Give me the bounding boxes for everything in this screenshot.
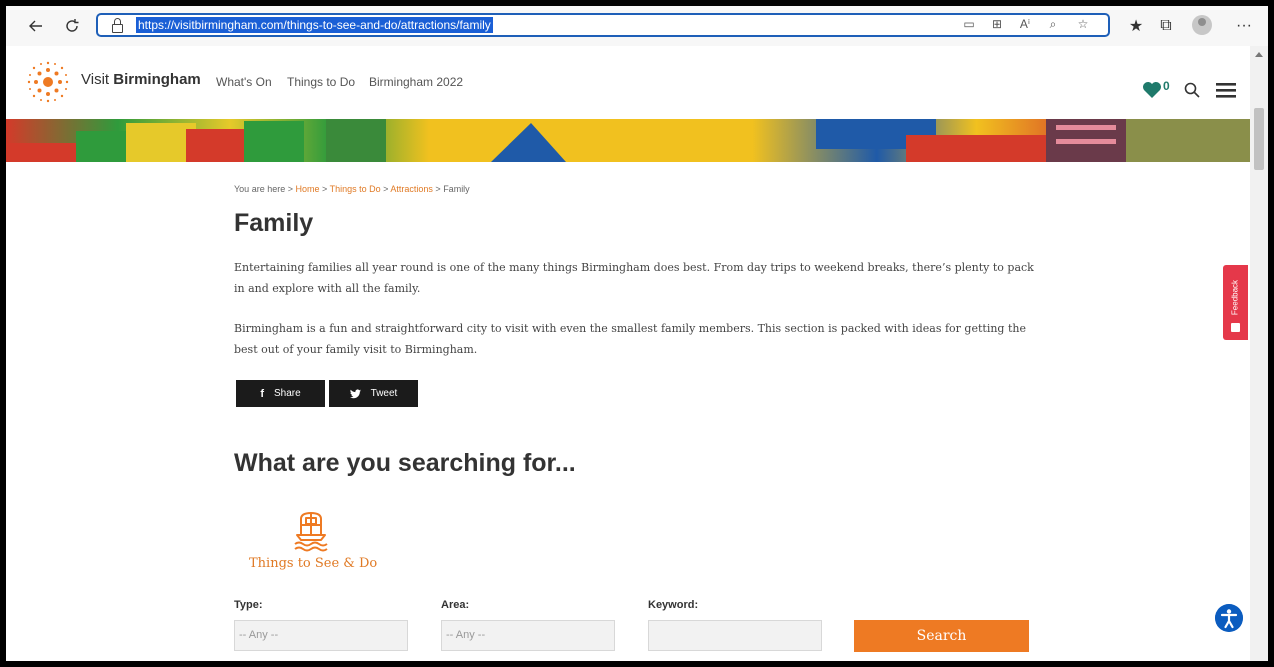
qr-code-icon[interactable]: ⊞ <box>988 17 1006 31</box>
zoom-icon[interactable]: ⌕ <box>1044 17 1062 32</box>
nav-things-to-do[interactable]: Things to Do <box>287 75 355 89</box>
more-menu-icon[interactable]: ··· <box>1232 14 1256 38</box>
browser-toolbar: https://visitbirmingham.com/things-to-se… <box>6 6 1268 47</box>
breadcrumb-separator: > <box>432 184 444 194</box>
collections-icon[interactable]: ⧉ <box>1154 14 1178 38</box>
breadcrumb: You are here > Home > Things to Do > Att… <box>234 184 470 194</box>
favorites-icon[interactable]: ★ <box>1124 14 1148 38</box>
hamburger-menu-icon[interactable] <box>1216 83 1236 98</box>
lock-icon <box>112 18 123 33</box>
breadcrumb-home[interactable]: Home <box>295 184 319 194</box>
site-header: Visit Birmingham What's On Things to Do … <box>6 46 1250 119</box>
nav-birmingham-2022[interactable]: Birmingham 2022 <box>369 75 463 89</box>
twitter-icon <box>349 388 361 398</box>
facebook-icon: f <box>260 387 264 400</box>
type-select[interactable]: -- Any -- <box>234 620 408 651</box>
area-select[interactable]: -- Any -- <box>441 620 615 651</box>
breadcrumb-separator: > <box>319 184 330 194</box>
brand-prefix: Visit <box>81 71 114 88</box>
keyword-label: Keyword: <box>648 599 699 611</box>
refresh-icon[interactable] <box>60 14 84 38</box>
accessibility-icon[interactable] <box>1215 604 1243 632</box>
tweet-button[interactable]: Tweet <box>329 380 418 407</box>
app-available-icon[interactable]: ▭ <box>960 17 978 31</box>
breadcrumb-attractions[interactable]: Attractions <box>390 184 433 194</box>
type-label: Type: <box>234 599 263 611</box>
profile-avatar[interactable] <box>1192 15 1212 35</box>
heart-icon[interactable] <box>1142 81 1162 99</box>
share-button[interactable]: f Share <box>236 380 325 407</box>
read-aloud-icon[interactable]: Aⁱ <box>1016 17 1034 31</box>
back-arrow-icon[interactable] <box>24 14 48 38</box>
add-favorite-icon[interactable]: ☆ <box>1074 17 1092 31</box>
scroll-thumb[interactable] <box>1254 108 1264 170</box>
favourites-count: 0 <box>1163 79 1170 93</box>
ship-icon[interactable] <box>289 509 333 553</box>
browser-window: https://visitbirmingham.com/things-to-se… <box>6 6 1268 661</box>
url-text[interactable]: https://visitbirmingham.com/things-to-se… <box>136 17 493 33</box>
area-label: Area: <box>441 599 470 611</box>
feedback-tab[interactable]: Feedback <box>1223 265 1248 340</box>
breadcrumb-separator: > <box>380 184 391 194</box>
nav-whats-on[interactable]: What's On <box>216 75 272 89</box>
feedback-icon <box>1231 323 1240 332</box>
category-things-to-see-and-do[interactable]: Things to See & Do <box>249 556 377 571</box>
search-button[interactable]: Search <box>854 620 1029 652</box>
breadcrumb-things-to-do[interactable]: Things to Do <box>330 184 381 194</box>
site-brand[interactable]: Visit Birmingham <box>81 71 201 88</box>
hero-banner-image <box>6 119 1250 162</box>
breadcrumb-current: Family <box>443 184 470 194</box>
page-title: Family <box>234 209 314 237</box>
page-scrollbar[interactable] <box>1250 46 1268 661</box>
share-label: Share <box>273 388 301 399</box>
tweet-label: Tweet <box>370 388 398 399</box>
breadcrumb-prefix: You are here > <box>234 184 296 194</box>
visit-birmingham-logo-icon[interactable] <box>26 60 70 104</box>
search-section-title: What are you searching for... <box>234 449 576 477</box>
intro-paragraph-2: Birmingham is a fun and straightforward … <box>234 322 1026 356</box>
feedback-label: Feedback <box>1230 279 1240 316</box>
brand-name: Birmingham <box>113 71 201 88</box>
intro-paragraph-1: Entertaining families all year round is … <box>234 261 1034 295</box>
scroll-up-arrow-icon[interactable] <box>1255 52 1263 57</box>
address-bar[interactable]: https://visitbirmingham.com/things-to-se… <box>96 13 1110 37</box>
keyword-input[interactable] <box>648 620 822 651</box>
search-icon[interactable] <box>1184 82 1200 98</box>
